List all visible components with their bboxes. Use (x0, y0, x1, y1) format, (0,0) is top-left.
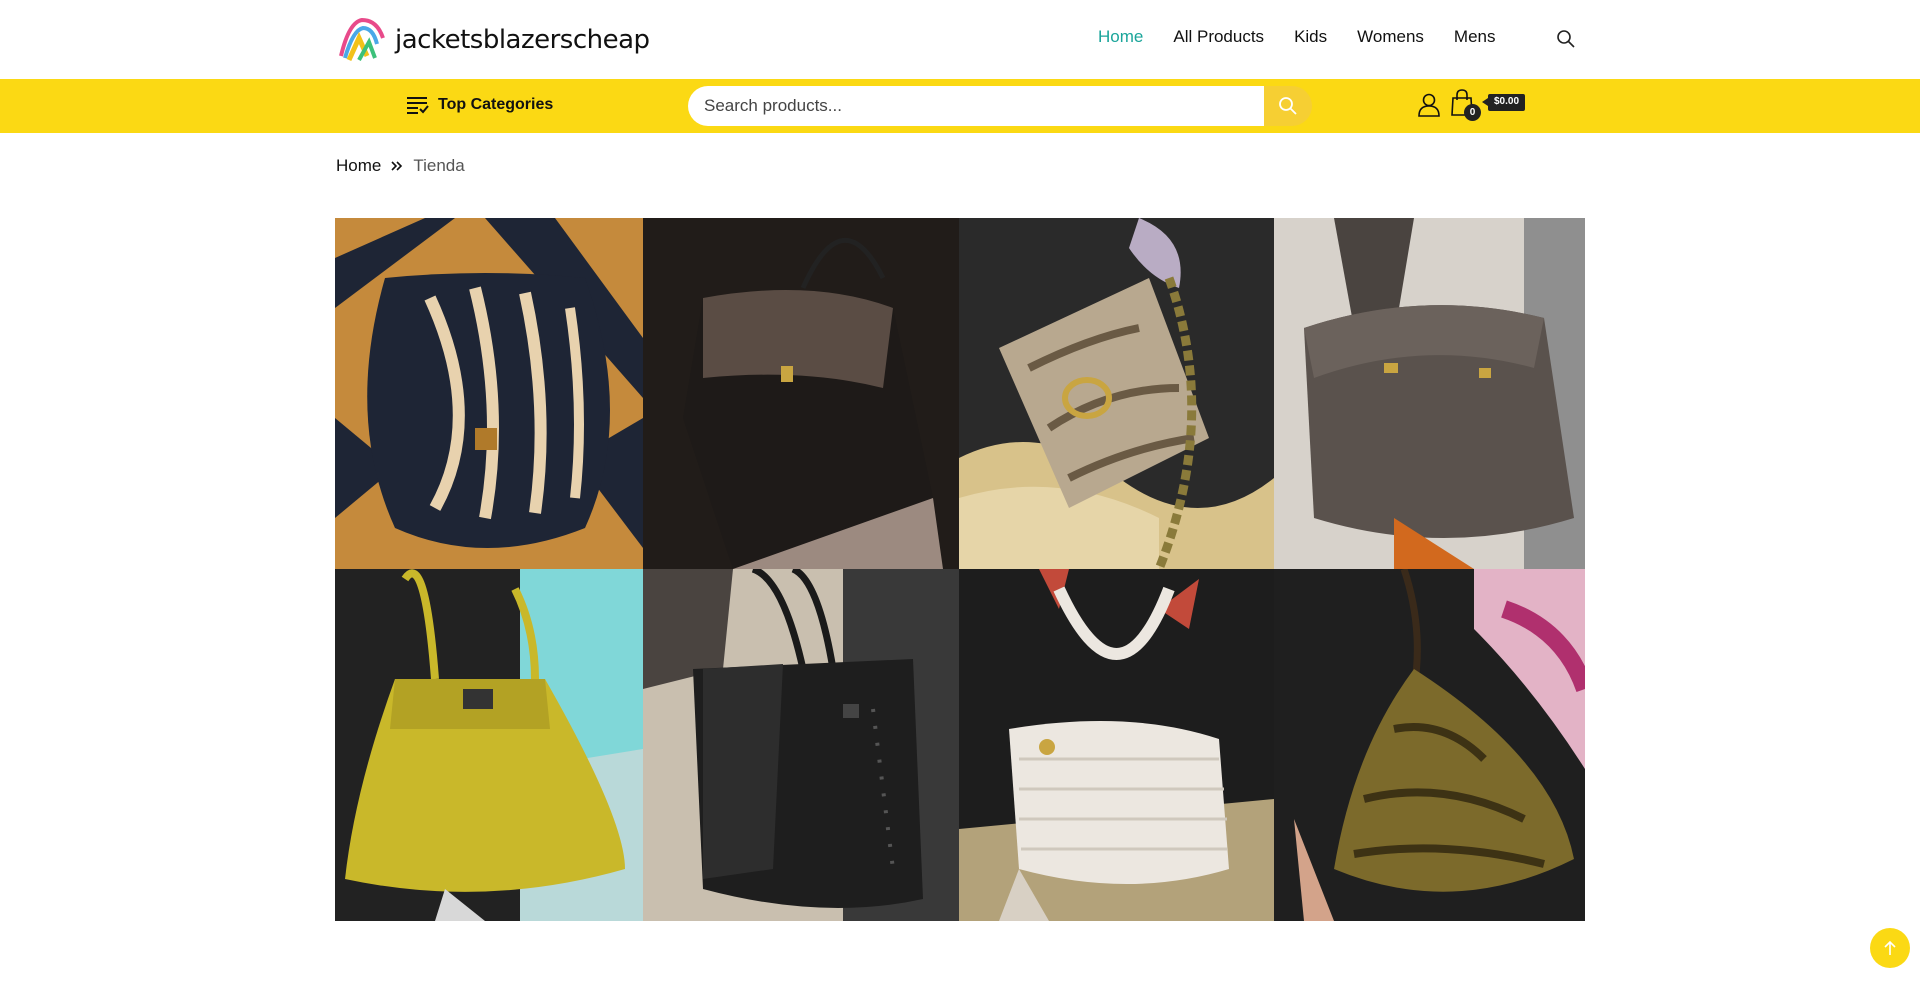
site-header: jacketsblazerscheap Home All Products Ki… (0, 0, 1920, 79)
nav-item-all-products[interactable]: All Products (1173, 27, 1264, 47)
category-list-icon (407, 97, 429, 114)
cart-button[interactable]: 0 (1450, 89, 1481, 121)
arrow-up-icon (1884, 940, 1896, 955)
snakeskin-hobo-image (1274, 569, 1585, 921)
nav-item-kids[interactable]: Kids (1294, 27, 1327, 47)
search-input[interactable] (688, 86, 1264, 126)
breadcrumb: Home Tienda (336, 156, 465, 176)
logo-icon (339, 17, 385, 62)
cart-total-badge: $0.00 (1481, 94, 1526, 111)
cart-count-badge: 0 (1464, 104, 1481, 121)
nav-item-womens[interactable]: Womens (1357, 27, 1424, 47)
top-categories-label: Top Categories (438, 96, 554, 113)
white-woven-bag-image (959, 569, 1274, 921)
nav-item-mens[interactable]: Mens (1454, 27, 1496, 47)
yellow-bag-image (335, 569, 643, 921)
category-search-bar: Top Categories 0 $0.00 (0, 79, 1920, 133)
logo-text: jacketsblazerscheap (395, 25, 650, 55)
nav-item-home[interactable]: Home (1098, 27, 1143, 47)
top-categories-button[interactable]: Top Categories (407, 95, 553, 115)
hero-handbag-collage (335, 218, 1585, 921)
leather-shoulder-bag-image (643, 218, 959, 569)
search-icon[interactable] (1556, 29, 1576, 49)
back-to-top-button[interactable] (1870, 928, 1910, 968)
main-nav: Home All Products Kids Womens Mens (1098, 27, 1525, 47)
woven-bag-image (335, 218, 643, 569)
breadcrumb-home[interactable]: Home (336, 156, 381, 176)
double-chevron-right-icon (391, 161, 403, 171)
breadcrumb-current: Tienda (413, 156, 465, 175)
search-button[interactable] (1264, 86, 1312, 126)
site-logo[interactable]: jacketsblazerscheap (337, 16, 650, 64)
python-bag-image (959, 218, 1274, 569)
product-search (688, 86, 1312, 126)
user-icon[interactable] (1418, 93, 1440, 117)
black-tote-image (643, 569, 959, 921)
grey-tote-image (1274, 218, 1585, 569)
search-icon (1279, 97, 1297, 115)
